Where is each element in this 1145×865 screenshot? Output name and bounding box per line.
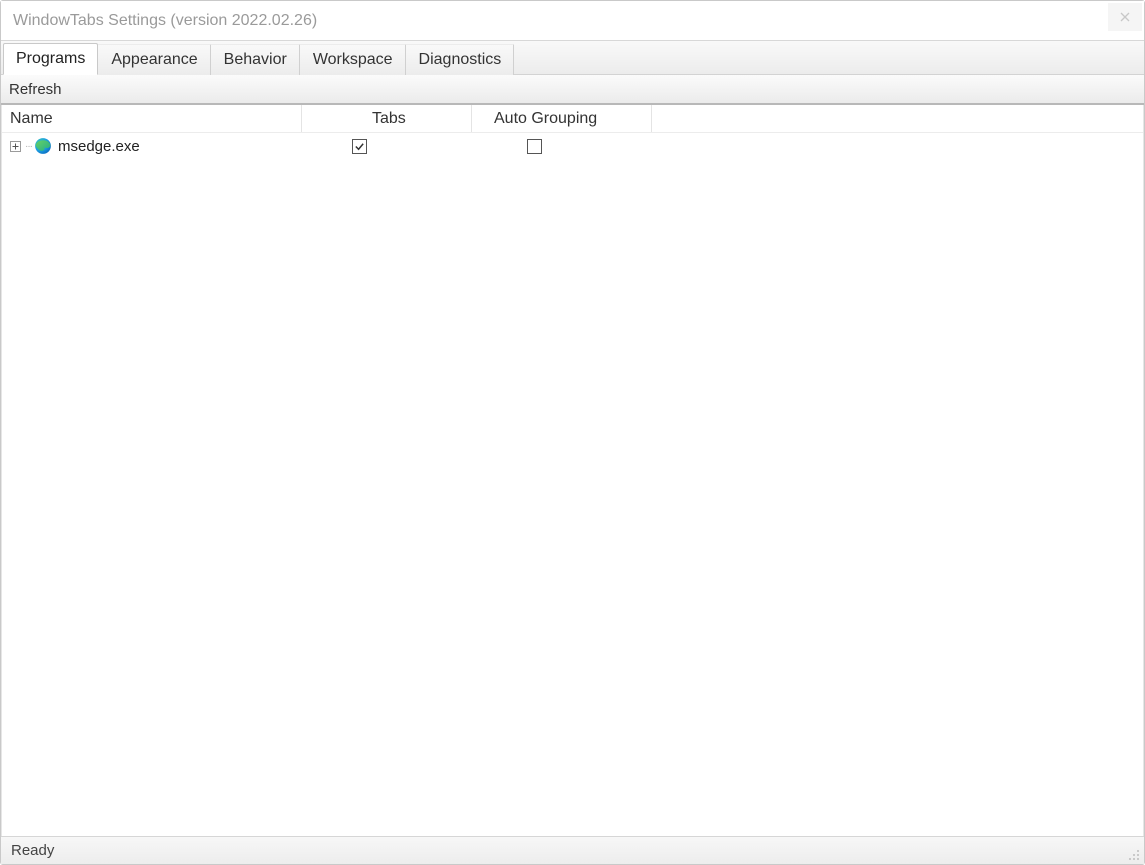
- tab-strip: Programs Appearance Behavior Workspace D…: [1, 41, 1144, 75]
- cell-name: ···: [2, 133, 302, 159]
- tab-behavior[interactable]: Behavior: [211, 44, 300, 75]
- plus-icon: [12, 143, 19, 150]
- tab-appearance[interactable]: Appearance: [98, 44, 210, 75]
- tab-label: Workspace: [313, 51, 393, 68]
- tab-label: Behavior: [224, 51, 287, 68]
- edge-icon: [34, 137, 52, 155]
- status-bar: Ready: [1, 836, 1144, 864]
- window-title: WindowTabs Settings (version 2022.02.26): [13, 12, 317, 30]
- check-icon: [354, 141, 365, 152]
- tabs-checkbox[interactable]: [352, 139, 367, 154]
- titlebar: WindowTabs Settings (version 2022.02.26): [1, 1, 1144, 41]
- programs-table: Name Tabs Auto Grouping ···: [1, 105, 1144, 836]
- column-label: Name: [10, 110, 53, 128]
- refresh-button[interactable]: Refresh: [9, 81, 62, 98]
- column-label: Auto Grouping: [494, 110, 597, 128]
- settings-window: WindowTabs Settings (version 2022.02.26)…: [0, 0, 1145, 865]
- status-text: Ready: [11, 842, 54, 859]
- tab-workspace[interactable]: Workspace: [300, 44, 406, 75]
- program-name: msedge.exe: [58, 138, 140, 155]
- tab-diagnostics[interactable]: Diagnostics: [406, 44, 515, 75]
- toolbar: Refresh: [1, 75, 1144, 105]
- column-label: Tabs: [372, 110, 406, 128]
- resize-grip[interactable]: [1126, 847, 1140, 861]
- tab-programs[interactable]: Programs: [3, 43, 98, 75]
- column-header-auto-grouping[interactable]: Auto Grouping: [472, 105, 652, 132]
- tab-label: Diagnostics: [419, 51, 502, 68]
- resize-grip-icon: [1126, 847, 1140, 861]
- expand-toggle[interactable]: [10, 141, 21, 152]
- cell-tabs: [302, 133, 472, 159]
- close-icon: [1120, 12, 1130, 22]
- close-button[interactable]: [1108, 3, 1142, 31]
- column-header-tabs[interactable]: Tabs: [302, 105, 472, 132]
- tab-label: Programs: [16, 50, 85, 67]
- table-row[interactable]: ···: [2, 133, 1143, 159]
- cell-auto-grouping: [472, 133, 652, 159]
- table-header: Name Tabs Auto Grouping: [2, 105, 1143, 133]
- tree-line: ···: [25, 141, 32, 152]
- tab-label: Appearance: [111, 51, 197, 68]
- auto-grouping-checkbox[interactable]: [527, 139, 542, 154]
- column-header-name[interactable]: Name: [2, 105, 302, 132]
